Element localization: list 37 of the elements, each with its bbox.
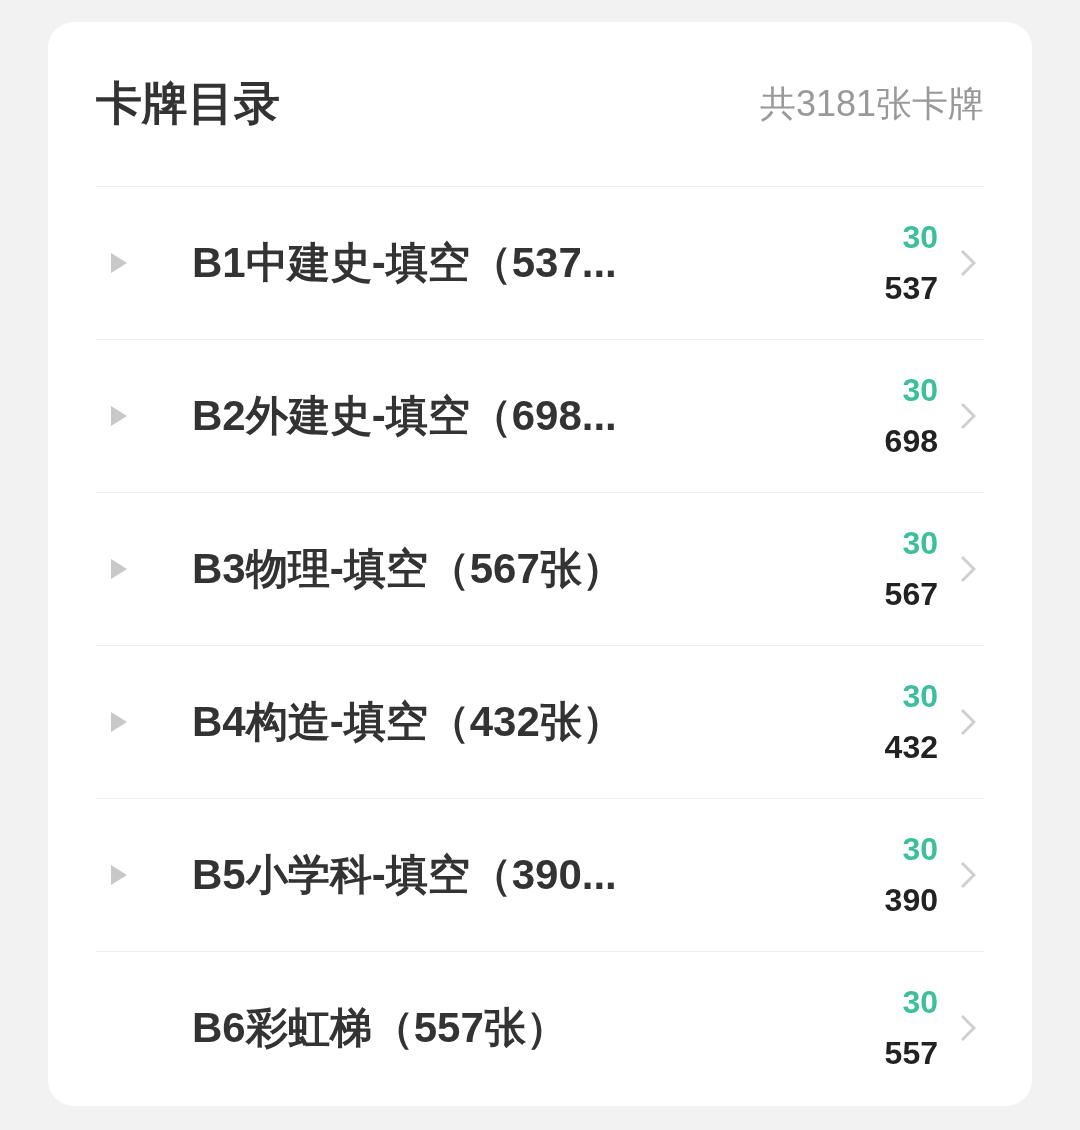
chevron-right-icon [960, 249, 976, 277]
chevron-right-icon [960, 555, 976, 583]
expand-triangle-icon[interactable] [110, 711, 128, 733]
deck-row[interactable]: B4构造-填空（432张） 30 432 [96, 646, 984, 799]
card-total: 共3181张卡牌 [759, 81, 984, 126]
due-count: 30 [902, 525, 938, 562]
card-count: 390 [884, 882, 938, 919]
deck-name: B3物理-填空（567张） [192, 544, 625, 594]
deck-row[interactable]: B1中建史-填空（537... 30 537 [96, 187, 984, 340]
card-count: 557 [884, 1035, 938, 1072]
expand-triangle-icon[interactable] [110, 558, 128, 580]
deck-row[interactable]: B3物理-填空（567张） 30 567 [96, 493, 984, 646]
card-count: 567 [884, 576, 938, 613]
section-title: 卡牌目录 [96, 76, 280, 131]
due-count: 30 [902, 984, 938, 1021]
chevron-right-icon [960, 861, 976, 889]
expand-triangle-icon[interactable] [110, 864, 128, 886]
deck-name: B2外建史-填空（698... [192, 391, 618, 441]
deck-name: B5小学科-填空（390... [192, 850, 618, 900]
due-count: 30 [902, 372, 938, 409]
deck-row[interactable]: B5小学科-填空（390... 30 390 [96, 799, 984, 952]
chevron-right-icon [960, 1014, 976, 1042]
chevron-right-icon [960, 708, 976, 736]
deck-row[interactable]: B2外建史-填空（698... 30 698 [96, 340, 984, 493]
due-count: 30 [902, 219, 938, 256]
card-count: 432 [884, 729, 938, 766]
due-count: 30 [902, 831, 938, 868]
expand-triangle-icon[interactable] [110, 405, 128, 427]
deck-name: B1中建史-填空（537... [192, 238, 618, 288]
card-count: 698 [884, 423, 938, 460]
due-count: 30 [902, 678, 938, 715]
card-count: 537 [884, 270, 938, 307]
chevron-right-icon [960, 402, 976, 430]
expand-triangle-icon[interactable] [110, 252, 128, 274]
deck-name: B4构造-填空（432张） [192, 697, 625, 747]
deck-row[interactable]: B6彩虹梯（557张） 30 557 [96, 952, 984, 1104]
deck-name: B6彩虹梯（557张） [192, 1003, 569, 1053]
